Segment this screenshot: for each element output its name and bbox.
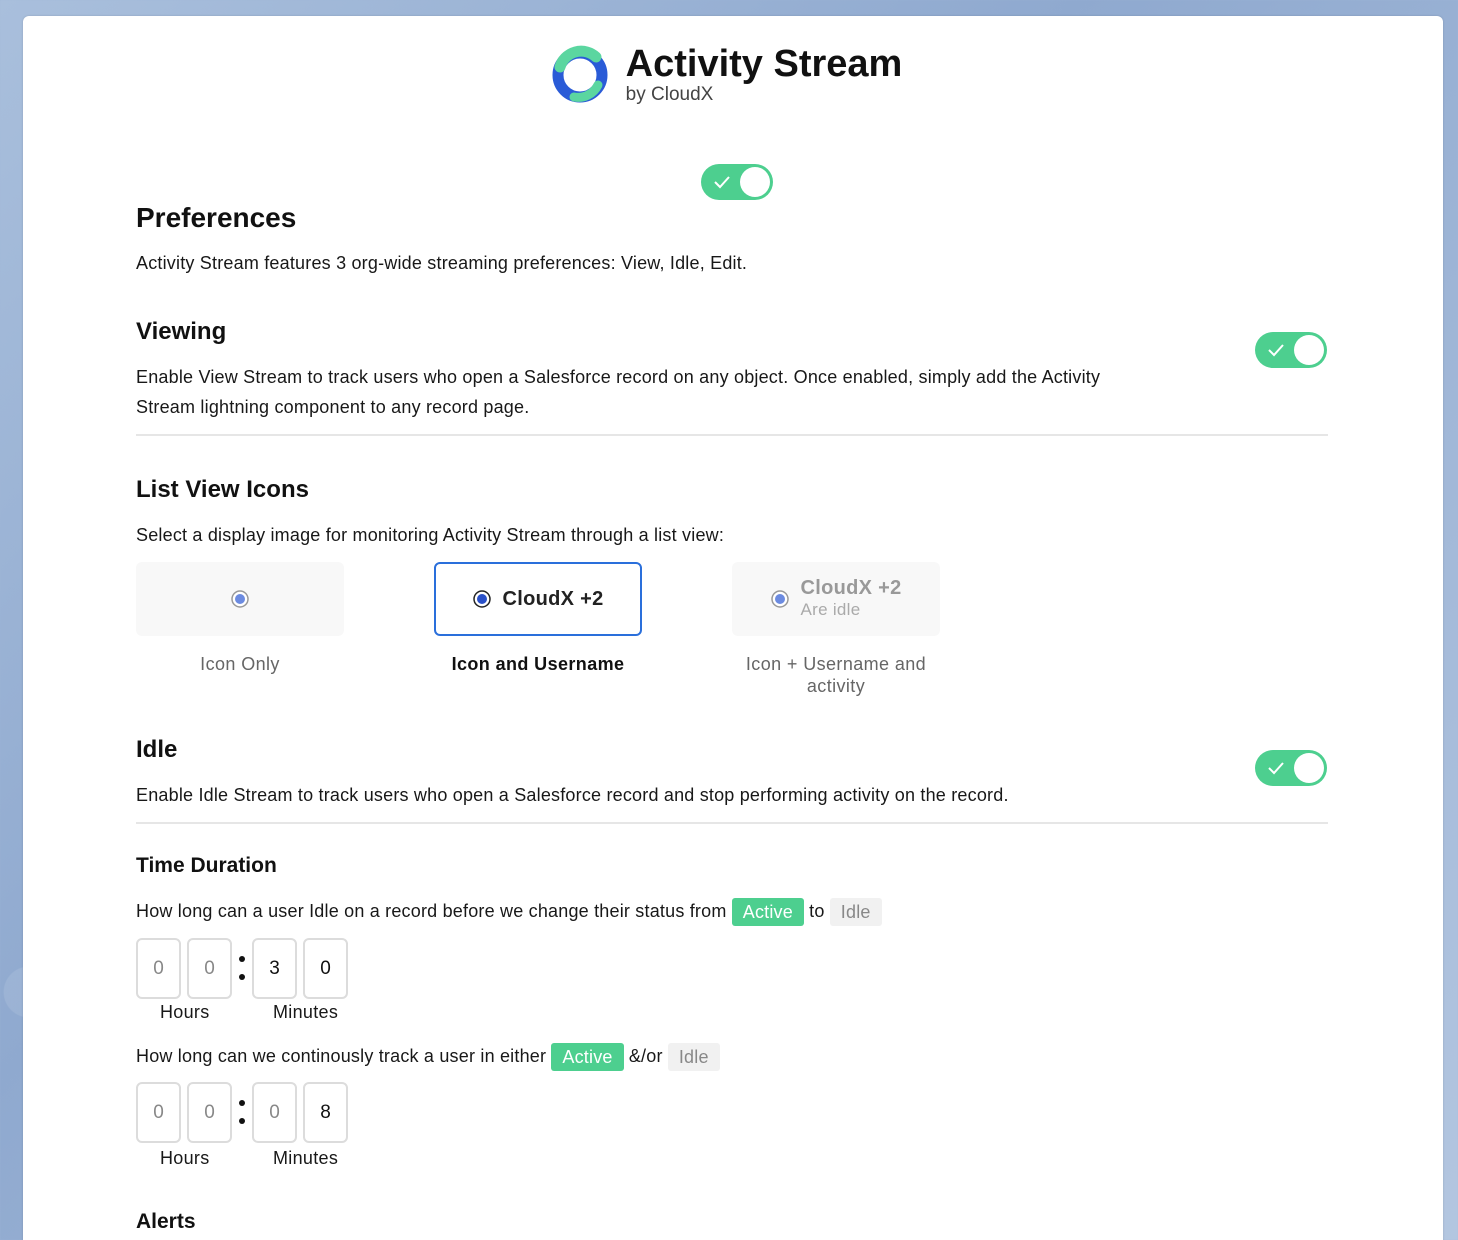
toggle-knob xyxy=(1294,335,1324,365)
time-separator xyxy=(239,954,245,984)
option-preview-stack: CloudX +2 Are idle xyxy=(790,577,901,621)
option-icon-username[interactable]: CloudX +2 xyxy=(434,562,642,636)
master-toggle[interactable] xyxy=(701,164,773,200)
hours-label: Hours xyxy=(160,1002,210,1022)
option-icon-only-label: Icon Only xyxy=(200,654,280,674)
timer1-minutes-tens[interactable]: 3 xyxy=(252,938,297,999)
brand-subtitle: by CloudX xyxy=(625,84,714,105)
viewing-description-line2: Stream lightning component to any record… xyxy=(136,397,530,417)
time-duration-title: Time Duration xyxy=(136,854,277,877)
timer2-minutes-ones[interactable]: 8 xyxy=(303,1082,348,1143)
timer1-hours-tens[interactable]: 0 xyxy=(136,938,181,999)
brand-header: Activity Stream by CloudX xyxy=(23,40,1443,110)
active-status-badge: Active xyxy=(731,898,804,927)
list-view-icons-title: List View Icons xyxy=(136,476,309,503)
time-separator xyxy=(239,1098,245,1128)
idle-status-badge: Idle xyxy=(829,898,882,927)
minutes-label: Minutes xyxy=(273,1148,339,1168)
check-icon xyxy=(1268,344,1284,357)
preferences-description: Activity Stream features 3 org-wide stre… xyxy=(136,253,748,273)
option-label-line2: activity xyxy=(806,676,866,696)
check-icon xyxy=(1268,762,1284,775)
idle-description: Enable Idle Stream to track users who op… xyxy=(136,785,1009,805)
question-2-mid: &/or xyxy=(628,1046,663,1066)
option-label-line1: Icon + Username and xyxy=(745,654,927,674)
idle-toggle[interactable] xyxy=(1255,750,1327,786)
option-preview-text: CloudX +2 xyxy=(800,577,902,599)
timer2-hours-tens[interactable]: 0 xyxy=(136,1082,181,1143)
preferences-title: Preferences xyxy=(136,202,297,233)
idle-title: Idle xyxy=(136,736,178,763)
activity-stream-logo-icon xyxy=(552,45,608,103)
time-question-1: How long can a user Idle on a record bef… xyxy=(136,896,882,927)
option-icon-username-activity-label: Icon + Username and activity xyxy=(717,653,955,697)
timer1-hours-ones[interactable]: 0 xyxy=(187,938,232,999)
viewing-description-line1: Enable View Stream to track users who op… xyxy=(136,367,1101,387)
question-1-mid: to xyxy=(809,901,825,921)
time-question-2: How long can we continously track a user… xyxy=(136,1041,720,1072)
user-status-dot-icon xyxy=(231,590,249,608)
section-divider xyxy=(136,434,1328,436)
timer1-minutes-ones[interactable]: 0 xyxy=(303,938,348,999)
hours-label: Hours xyxy=(160,1148,210,1168)
idle-status-badge: Idle xyxy=(667,1043,720,1072)
timer2-minutes-tens[interactable]: 0 xyxy=(252,1082,297,1143)
check-icon xyxy=(714,176,730,189)
alerts-title: Alerts xyxy=(136,1210,196,1233)
brand-text: Activity Stream by CloudX xyxy=(626,45,903,105)
option-icon-username-label: Icon and Username xyxy=(451,654,625,674)
option-icon-only[interactable] xyxy=(136,562,344,636)
user-status-dot-icon xyxy=(771,590,790,608)
option-icon-username-activity[interactable]: CloudX +2 Are idle xyxy=(732,562,940,636)
section-divider xyxy=(136,822,1328,824)
toggle-knob xyxy=(740,167,770,197)
viewing-toggle[interactable] xyxy=(1255,332,1327,368)
option-preview-text: CloudX +2 xyxy=(502,587,604,610)
user-status-dot-icon xyxy=(473,590,492,608)
question-1-prefix: How long can a user Idle on a record bef… xyxy=(136,901,727,921)
option-preview-sub: Are idle xyxy=(800,600,861,619)
timer2-hours-ones[interactable]: 0 xyxy=(187,1082,232,1143)
minutes-label: Minutes xyxy=(273,1002,339,1022)
settings-card: Activity Stream by CloudX Preferences Ac… xyxy=(23,16,1443,1240)
toggle-knob xyxy=(1294,753,1324,783)
list-view-icons-description: Select a display image for monitoring Ac… xyxy=(136,525,725,545)
question-2-prefix: How long can we continously track a user… xyxy=(136,1046,547,1066)
active-status-badge: Active xyxy=(551,1043,624,1072)
brand-title: Activity Stream xyxy=(625,43,903,85)
viewing-title: Viewing xyxy=(136,318,227,345)
